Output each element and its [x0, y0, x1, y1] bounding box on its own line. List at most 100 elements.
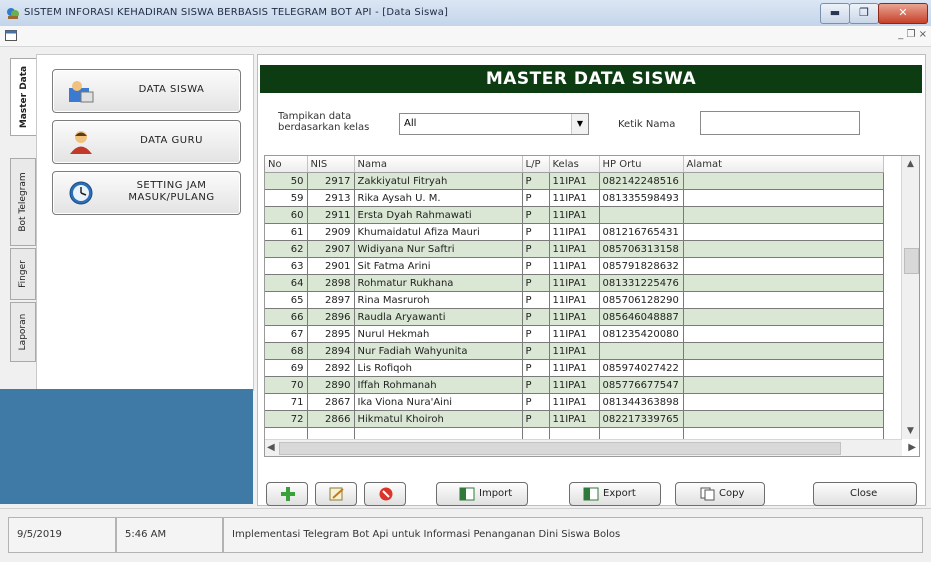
cell-nama[interactable]: Rohmatur Rukhana: [354, 274, 523, 292]
close-window-button[interactable]: ✕: [878, 3, 928, 24]
table-row[interactable]: 68 2894 Nur Fadiah Wahyunita P 11IPA1: [265, 342, 884, 360]
cell-no[interactable]: 65: [265, 291, 308, 309]
table-row[interactable]: 61 2909 Khumaidatul Afiza Mauri P 11IPA1 0812…: [265, 223, 884, 241]
table-row[interactable]: 50 2917 Zakkiyatul Fitryah P 11IPA1 082142248…: [265, 172, 884, 190]
cell-nama[interactable]: Widiyana Nur Saftri: [354, 240, 523, 258]
cell-alamat[interactable]: [683, 291, 884, 309]
cell-nis[interactable]: 2895: [307, 325, 355, 343]
cell-alamat[interactable]: [683, 189, 884, 207]
cell-hp-ortu[interactable]: 081344363898: [599, 393, 684, 411]
cell-alamat[interactable]: [683, 240, 884, 258]
cell-no[interactable]: 70: [265, 376, 308, 394]
cell-kelas[interactable]: 11IPA1: [549, 325, 600, 343]
cell-alamat[interactable]: [683, 376, 884, 394]
cell-nama[interactable]: Raudla Aryawanti: [354, 308, 523, 326]
cell-lp[interactable]: P: [522, 291, 550, 309]
cell-hp-ortu[interactable]: 085706313158: [599, 240, 684, 258]
cell-nis[interactable]: 2913: [307, 189, 355, 207]
cell-lp[interactable]: P: [522, 359, 550, 377]
cell-hp-ortu[interactable]: 082217339765: [599, 410, 684, 428]
cell-lp[interactable]: P: [522, 325, 550, 343]
cell-kelas[interactable]: 11IPA1: [549, 257, 600, 275]
cell-kelas[interactable]: 11IPA1: [549, 308, 600, 326]
scroll-right-icon[interactable]: ▶: [908, 440, 916, 456]
cell-kelas[interactable]: 11IPA1: [549, 393, 600, 411]
cell-nis[interactable]: 2909: [307, 223, 355, 241]
cell-nama[interactable]: Nur Fadiah Wahyunita: [354, 342, 523, 360]
cell-no[interactable]: 63: [265, 257, 308, 275]
cell-nis[interactable]: 2898: [307, 274, 355, 292]
cell-no[interactable]: 50: [265, 172, 308, 190]
tab-finger[interactable]: Finger: [10, 248, 36, 300]
cell-nama[interactable]: Nurul Hekmah: [354, 325, 523, 343]
table-row[interactable]: 63 2901 Sit Fatma Arini P 11IPA1 085791828632: [265, 257, 884, 275]
student-data-grid[interactable]: No NIS Nama L/P Kelas HP Ortu Alamat 50 2…: [264, 155, 920, 457]
cell-nis[interactable]: 2866: [307, 410, 355, 428]
column-header-no[interactable]: No: [265, 156, 308, 173]
cell-alamat[interactable]: [683, 257, 884, 275]
cell-lp[interactable]: P: [522, 206, 550, 224]
chevron-down-icon[interactable]: ▼: [571, 114, 588, 134]
cell-kelas[interactable]: 11IPA1: [549, 206, 600, 224]
cell-nis[interactable]: 2894: [307, 342, 355, 360]
close-button[interactable]: Close: [813, 482, 917, 506]
export-button[interactable]: Export: [569, 482, 661, 506]
cell-no[interactable]: 67: [265, 325, 308, 343]
cell-lp[interactable]: P: [522, 393, 550, 411]
scroll-down-icon[interactable]: ▼: [902, 423, 919, 439]
cell-hp-ortu[interactable]: [599, 342, 684, 360]
table-row[interactable]: 65 2897 Rina Masruroh P 11IPA1 085706128290: [265, 291, 884, 309]
cell-nis[interactable]: 2890: [307, 376, 355, 394]
cell-hp-ortu[interactable]: 082142248516: [599, 172, 684, 190]
cell-lp[interactable]: P: [522, 308, 550, 326]
cell-nama[interactable]: Hikmatul Khoiroh: [354, 410, 523, 428]
cell-nis[interactable]: 2911: [307, 206, 355, 224]
cell-no[interactable]: 68: [265, 342, 308, 360]
cell-nama[interactable]: Ersta Dyah Rahmawati: [354, 206, 523, 224]
table-row[interactable]: 60 2911 Ersta Dyah Rahmawati P 11IPA1: [265, 206, 884, 224]
cell-alamat[interactable]: [683, 393, 884, 411]
add-button[interactable]: [266, 482, 308, 506]
table-row[interactable]: 69 2892 Lis Rofiqoh P 11IPA1 085974027422: [265, 359, 884, 377]
vertical-scrollbar[interactable]: ▲ ▼: [901, 156, 919, 439]
cell-lp[interactable]: P: [522, 410, 550, 428]
cell-hp-ortu[interactable]: 085974027422: [599, 359, 684, 377]
scroll-thumb[interactable]: [279, 442, 841, 455]
data-siswa-button[interactable]: DATA SISWA: [52, 69, 241, 113]
column-header-nama[interactable]: Nama: [354, 156, 523, 173]
cell-no[interactable]: 69: [265, 359, 308, 377]
tab-master-data[interactable]: Master Data: [10, 58, 36, 136]
cell-no[interactable]: 60: [265, 206, 308, 224]
table-row[interactable]: 64 2898 Rohmatur Rukhana P 11IPA1 08133122547…: [265, 274, 884, 292]
scroll-up-icon[interactable]: ▲: [902, 156, 919, 172]
scroll-thumb[interactable]: [904, 248, 919, 274]
cell-no[interactable]: 61: [265, 223, 308, 241]
cell-lp[interactable]: P: [522, 342, 550, 360]
cell-alamat[interactable]: [683, 172, 884, 190]
cell-nama[interactable]: Iffah Rohmanah: [354, 376, 523, 394]
cell-hp-ortu[interactable]: 081235420080: [599, 325, 684, 343]
cell-nis[interactable]: 2917: [307, 172, 355, 190]
cell-hp-ortu[interactable]: [599, 206, 684, 224]
cell-hp-ortu[interactable]: 085776677547: [599, 376, 684, 394]
cell-hp-ortu[interactable]: 085791828632: [599, 257, 684, 275]
cell-nis[interactable]: 2897: [307, 291, 355, 309]
table-row[interactable]: 71 2867 Ika Viona Nura'Aini P 11IPA1 08134436…: [265, 393, 884, 411]
cell-alamat[interactable]: [683, 342, 884, 360]
cell-nama[interactable]: Sit Fatma Arini: [354, 257, 523, 275]
cell-kelas[interactable]: 11IPA1: [549, 240, 600, 258]
cell-no[interactable]: 72: [265, 410, 308, 428]
cell-kelas[interactable]: 11IPA1: [549, 189, 600, 207]
child-window-icon[interactable]: [5, 30, 17, 41]
cell-no[interactable]: 66: [265, 308, 308, 326]
cell-alamat[interactable]: [683, 308, 884, 326]
delete-button[interactable]: [364, 482, 406, 506]
cell-nama[interactable]: Lis Rofiqoh: [354, 359, 523, 377]
cell-nis[interactable]: 2896: [307, 308, 355, 326]
cell-kelas[interactable]: 11IPA1: [549, 172, 600, 190]
table-row[interactable]: 72 2866 Hikmatul Khoiroh P 11IPA1 08221733976…: [265, 410, 884, 428]
cell-nama[interactable]: Rina Masruroh: [354, 291, 523, 309]
cell-no[interactable]: 71: [265, 393, 308, 411]
cell-alamat[interactable]: [683, 206, 884, 224]
table-row[interactable]: 70 2890 Iffah Rohmanah P 11IPA1 085776677547: [265, 376, 884, 394]
